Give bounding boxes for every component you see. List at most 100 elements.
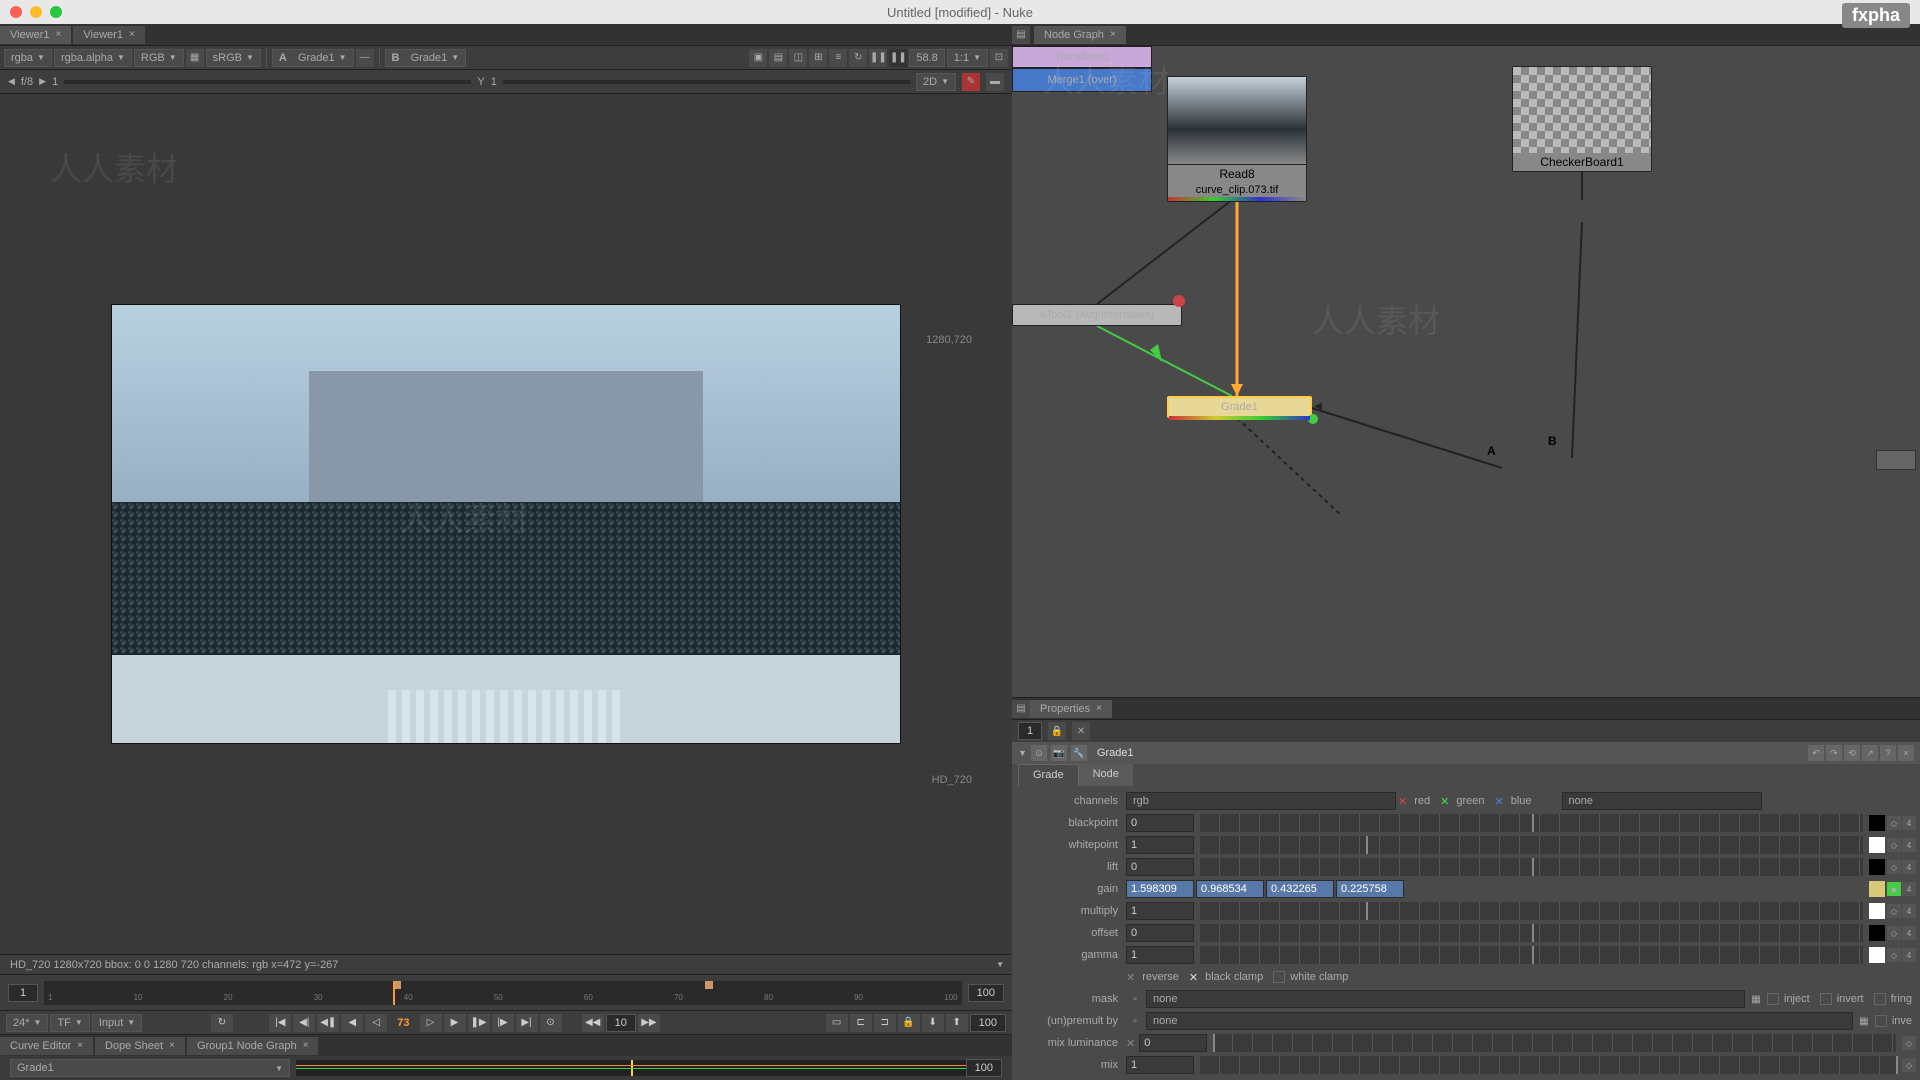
node-read[interactable]: Read8 curve_clip.073.tif — [1167, 76, 1307, 202]
panel-icon[interactable]: ▤ — [1012, 700, 1030, 718]
lut-dropdown[interactable]: sRGB▼ — [206, 49, 261, 67]
guides-icon[interactable]: ≡ — [829, 49, 847, 67]
prop-count[interactable]: 1 — [1018, 722, 1042, 740]
play-back-icon[interactable]: ◀ — [341, 1014, 363, 1032]
next-key-icon[interactable]: |▶ — [492, 1014, 514, 1032]
fps-dropdown[interactable]: 24*▼ — [6, 1014, 48, 1032]
reverse-checkbox[interactable]: ✕ — [1126, 971, 1135, 984]
refresh-icon[interactable]: ↻ — [849, 49, 867, 67]
collapse-icon[interactable]: ▼ — [1018, 748, 1027, 758]
anim-icon[interactable]: ◇ — [1887, 838, 1901, 852]
lift-input[interactable] — [1126, 858, 1194, 876]
unpremult-dropdown[interactable]: none — [1146, 1012, 1853, 1030]
split-icon[interactable]: 4 — [1902, 904, 1916, 918]
node-transform[interactable]: Transform1 — [1012, 46, 1152, 68]
blackpoint-input[interactable] — [1126, 814, 1194, 832]
prev-key-icon[interactable]: ◀| — [293, 1014, 315, 1032]
offset-slider[interactable] — [1200, 924, 1863, 942]
close-window[interactable] — [10, 6, 22, 18]
blackclamp-checkbox[interactable]: ✕ — [1189, 971, 1198, 984]
prev-icon[interactable]: ◀ — [8, 76, 15, 87]
node-merge[interactable]: Merge1 (over) — [1012, 68, 1152, 92]
record-icon[interactable]: ✎ — [962, 73, 980, 91]
multiply-slider[interactable] — [1200, 902, 1863, 920]
timeline-track[interactable]: 1 10 20 30 40 50 60 70 80 90 100 — [44, 981, 962, 1005]
tab-properties[interactable]: Properties× — [1030, 700, 1112, 718]
viewer-canvas[interactable]: 1280,720 HD_720 人人素材 人人素材 — [0, 94, 1012, 954]
minimize-window[interactable] — [30, 6, 42, 18]
overlay-icon[interactable]: ⊞ — [809, 49, 827, 67]
lock-icon[interactable]: 🔒 — [1048, 722, 1066, 740]
export-icon[interactable]: ⬆ — [946, 1014, 968, 1032]
toggle-icon[interactable]: ▬ — [986, 73, 1004, 91]
current-frame[interactable]: 73 — [389, 1017, 417, 1029]
color-chip[interactable] — [1869, 859, 1885, 875]
close-icon[interactable]: × — [129, 29, 135, 40]
anim-icon[interactable]: ◇ — [1887, 926, 1901, 940]
wipe-icon[interactable]: — — [356, 49, 374, 67]
alpha-dropdown[interactable]: rgba.alpha▼ — [54, 49, 132, 67]
redo-icon[interactable]: ↷ — [1826, 745, 1842, 761]
center-icon[interactable]: ⊙ — [1031, 745, 1047, 761]
whiteclamp-checkbox[interactable] — [1273, 971, 1285, 983]
input-dropdown[interactable]: Input▼ — [92, 1014, 142, 1032]
anim-icon[interactable]: ◇ — [1887, 948, 1901, 962]
in-icon[interactable]: ⊏ — [850, 1014, 872, 1032]
subtab-grade[interactable]: Grade — [1018, 764, 1079, 786]
gain-b-input[interactable] — [1266, 880, 1334, 898]
wrench-icon[interactable]: 🔧 — [1071, 745, 1087, 761]
popout-icon[interactable]: ↗ — [1862, 745, 1878, 761]
tab-group-nodegraph[interactable]: Group1 Node Graph× — [187, 1037, 319, 1055]
last-frame-icon[interactable]: ▶| — [516, 1014, 538, 1032]
gamma-slider[interactable] — [503, 80, 910, 84]
view-mode-dropdown[interactable]: 2D▼ — [916, 73, 956, 91]
color-chip[interactable] — [1869, 815, 1885, 831]
anim-icon[interactable]: ◆ — [1887, 882, 1901, 896]
zoom-dropdown[interactable]: 1:1▼ — [947, 49, 988, 67]
lift-slider[interactable] — [1200, 858, 1863, 876]
panel-icon[interactable]: ▤ — [1012, 26, 1030, 44]
whitepoint-slider[interactable] — [1200, 836, 1863, 854]
subtab-node[interactable]: Node — [1079, 764, 1133, 786]
inject-checkbox[interactable] — [1767, 993, 1779, 1005]
color-dropdown[interactable]: RGB▼ — [134, 49, 184, 67]
mixlum-slider[interactable] — [1213, 1034, 1896, 1052]
gamma-input[interactable] — [1126, 946, 1194, 964]
node-graph-canvas[interactable]: Read8 curve_clip.073.tif CheckerBoard1 T… — [1012, 46, 1920, 697]
invert-checkbox[interactable] — [1820, 993, 1832, 1005]
gamma-value[interactable]: 1 — [491, 76, 497, 88]
prev-frame-icon[interactable]: ◁ — [365, 1014, 387, 1032]
close-icon[interactable]: × — [56, 29, 62, 40]
gain-slider[interactable] — [64, 80, 471, 84]
tab-curve-editor[interactable]: Curve Editor× — [0, 1037, 93, 1055]
maximize-window[interactable] — [50, 6, 62, 18]
range-icon[interactable]: ▭ — [826, 1014, 848, 1032]
color-chip[interactable] — [1869, 881, 1885, 897]
pause2-icon[interactable]: ❚❚ — [889, 49, 907, 67]
timeline-marker[interactable] — [705, 981, 713, 989]
first-frame-icon[interactable]: |◀ — [269, 1014, 291, 1032]
split-icon[interactable]: 4 — [1902, 948, 1916, 962]
curve-node-dropdown[interactable]: Grade1▼ — [10, 1059, 290, 1077]
color-chip[interactable] — [1869, 837, 1885, 853]
undo-icon[interactable]: ↶ — [1808, 745, 1824, 761]
help-icon[interactable]: ? — [1880, 745, 1896, 761]
fps-display[interactable]: 58.8 — [909, 49, 944, 67]
node-curvetool[interactable]: eTool1 (Avg Intensities) — [1012, 304, 1182, 326]
roi-icon[interactable]: ▣ — [749, 49, 767, 67]
input-b-dropdown[interactable]: B Grade1▼ — [385, 49, 467, 67]
mask-layer-icon[interactable]: ▦ — [1747, 990, 1765, 1008]
format-icon[interactable]: ⊡ — [990, 49, 1008, 67]
offset-input[interactable] — [1126, 924, 1194, 942]
anim-icon[interactable]: ◇ — [1887, 860, 1901, 874]
unpremult-toggle[interactable]: ▫ — [1126, 1012, 1144, 1030]
node-grade[interactable]: Grade1 ◀ — [1167, 396, 1312, 418]
fringe-checkbox[interactable] — [1874, 993, 1886, 1005]
anim-icon[interactable]: ◇ — [1887, 904, 1901, 918]
lock-icon[interactable]: 🔒 — [898, 1014, 920, 1032]
mix-slider[interactable] — [1200, 1056, 1896, 1074]
blackpoint-slider[interactable] — [1200, 814, 1863, 832]
pause-icon[interactable]: ❚❚ — [869, 49, 887, 67]
tab-dope-sheet[interactable]: Dope Sheet× — [95, 1037, 185, 1055]
gain-g-input[interactable] — [1196, 880, 1264, 898]
